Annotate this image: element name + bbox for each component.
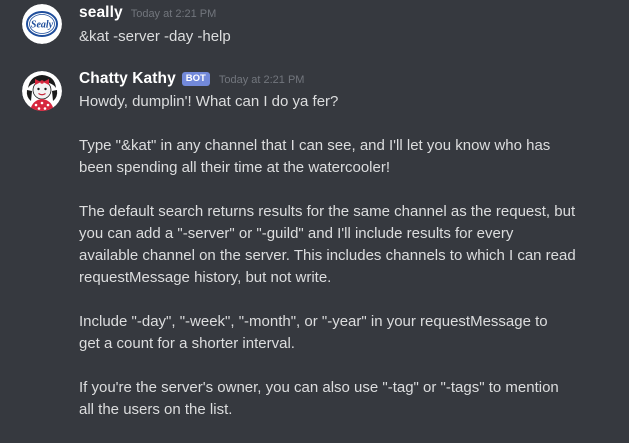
username[interactable]: seally — [79, 4, 123, 22]
bot-avatar[interactable] — [22, 71, 62, 111]
message-header: Chatty Kathy BOT Today at 2:21 PM — [79, 70, 304, 90]
message-content: Howdy, dumplin'! What can I do ya fer? T… — [79, 91, 619, 421]
message-text: &kat -server -day -help — [79, 28, 231, 45]
bot-badge: BOT — [181, 72, 210, 86]
message-paragraph: The default search returns results for t… — [79, 203, 576, 286]
message-timestamp[interactable]: Today at 2:21 PM — [219, 74, 305, 86]
message-seally: Sealy seally Today at 2:21 PM &kat -serv… — [0, 0, 629, 58]
username[interactable]: Chatty Kathy — [79, 70, 176, 88]
message-chatty-kathy: Chatty Kathy BOT Today at 2:21 PM Howdy,… — [0, 62, 629, 443]
message-content: &kat -server -day -help — [79, 26, 619, 48]
svg-text:Sealy: Sealy — [31, 20, 54, 31]
message-paragraph: Howdy, dumplin'! What can I do ya fer? — [79, 93, 339, 110]
message-header: seally Today at 2:21 PM — [79, 4, 216, 24]
message-timestamp[interactable]: Today at 2:21 PM — [131, 8, 217, 20]
message-paragraph: Type "&kat" in any channel that I can se… — [79, 137, 551, 176]
user-avatar[interactable]: Sealy — [22, 4, 62, 44]
chatty-kathy-avatar — [22, 71, 62, 111]
message-paragraph: Include "-day", "-week", "-month", or "-… — [79, 313, 548, 352]
message-paragraph: If you're the server's owner, you can al… — [79, 379, 559, 418]
sealy-logo-avatar: Sealy — [22, 4, 62, 44]
